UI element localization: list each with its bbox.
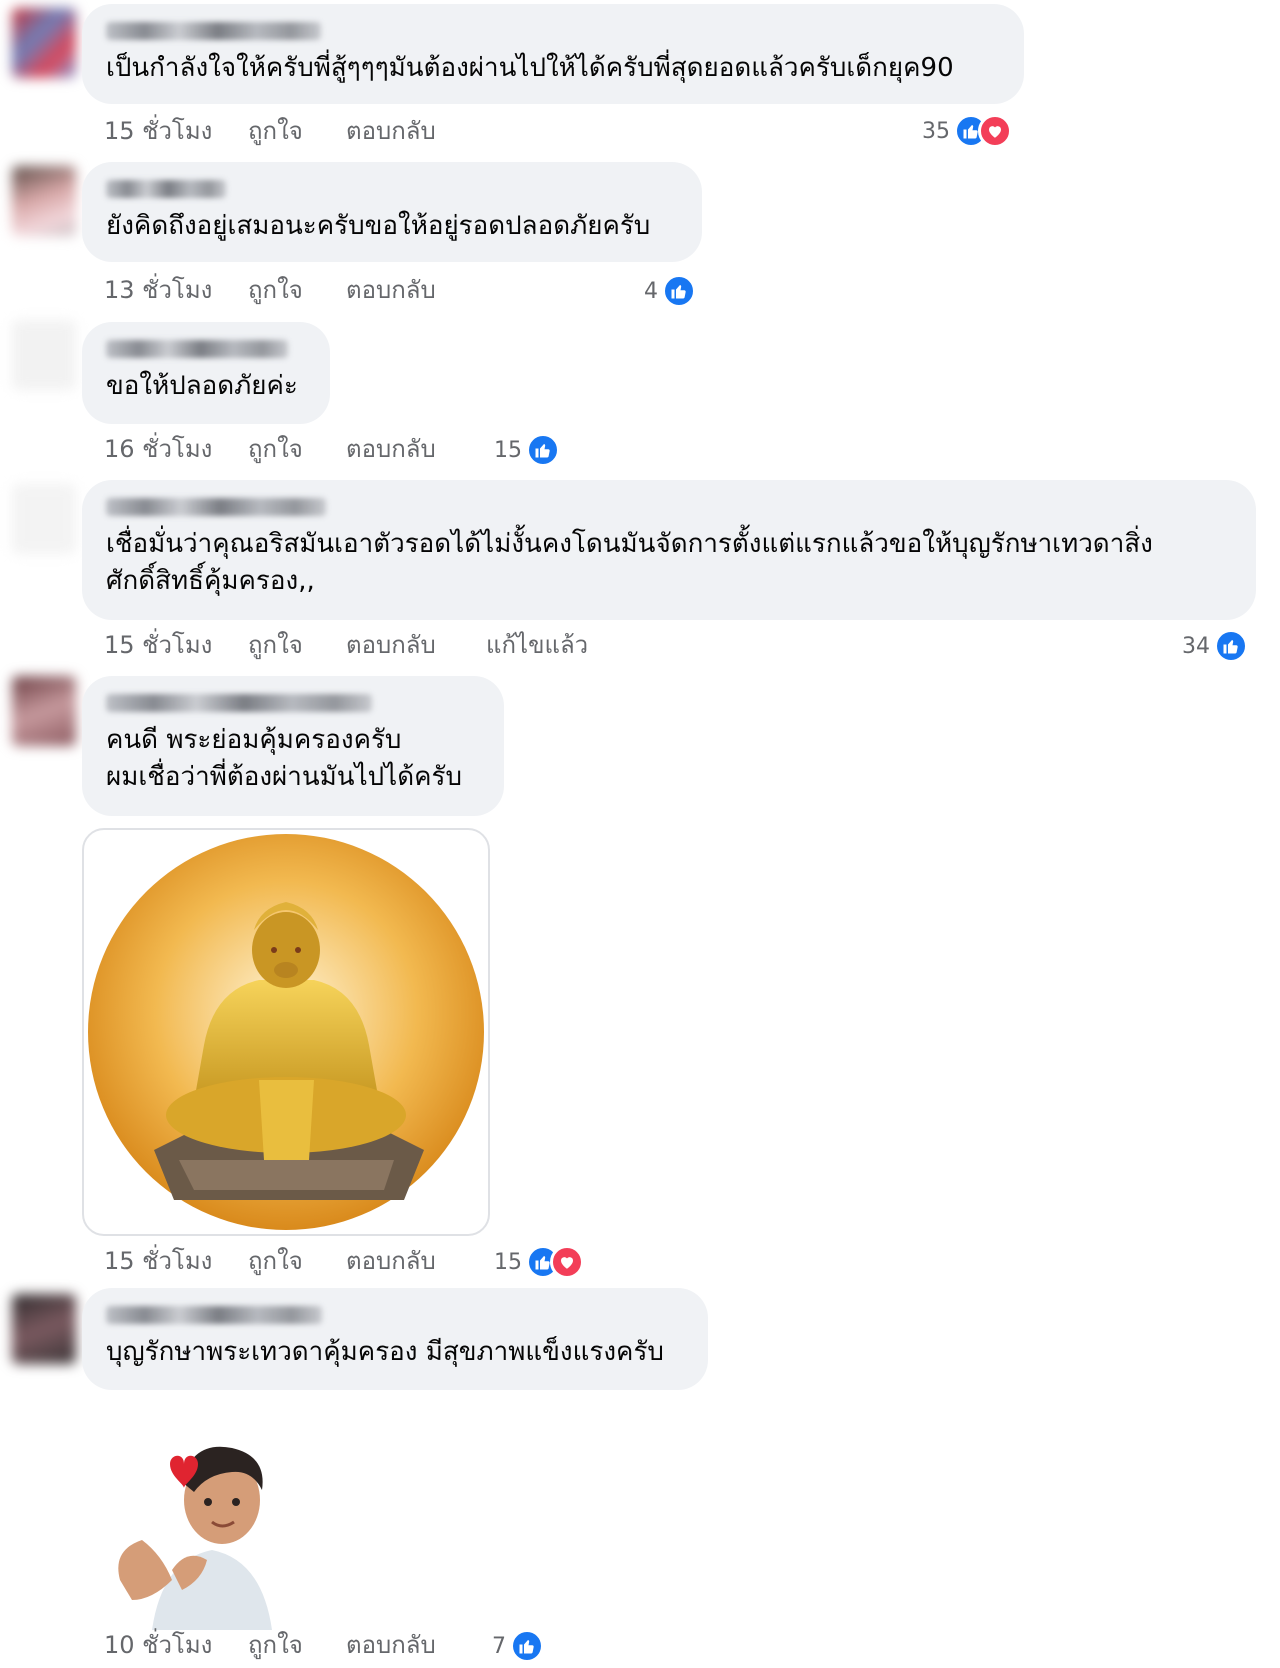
golden-buddha-image (88, 834, 484, 1230)
avatar[interactable] (12, 676, 76, 746)
reply-button[interactable]: ตอบกลับ (346, 432, 436, 466)
comment-bubble: ขอให้ปลอดภัยค่ะ (82, 322, 330, 424)
author-name[interactable] (106, 694, 372, 712)
comment-actions: 13 ชั่วโมง ถูกใจ ตอบกลับ (104, 273, 664, 307)
comment-bubble: คนดี พระย่อมคุ้มครองครับ ผมเชื่อว่าพี่ต้… (82, 676, 504, 816)
reply-button[interactable]: ตอบกลับ (346, 114, 436, 148)
reaction-summary[interactable]: 35 (922, 112, 1012, 150)
like-button[interactable]: ถูกใจ (248, 273, 303, 307)
reaction-summary[interactable]: 34 (1182, 627, 1248, 665)
comment-text: บุญรักษาพระเทวดาคุ้มครอง มีสุขภาพแข็งแรง… (106, 1337, 664, 1367)
reaction-summary[interactable]: 15 (494, 1243, 584, 1281)
heart-hands-sticker-image (118, 1446, 272, 1630)
like-button[interactable]: ถูกใจ (248, 1244, 303, 1278)
reply-button[interactable]: ตอบกลับ (346, 1628, 436, 1662)
reaction-summary[interactable]: 4 (644, 272, 696, 310)
reply-button[interactable]: ตอบกลับ (346, 273, 436, 307)
comment-time[interactable]: 13 ชั่วโมง (104, 273, 212, 307)
avatar[interactable] (12, 484, 76, 554)
reaction-count: 35 (922, 118, 950, 144)
comment-bubble: บุญรักษาพระเทวดาคุ้มครอง มีสุขภาพแข็งแรง… (82, 1288, 708, 1390)
reaction-count: 7 (492, 1633, 506, 1659)
comment-actions: 10 ชั่วโมง ถูกใจ ตอบกลับ (104, 1628, 484, 1662)
like-icon (526, 433, 560, 467)
reaction-summary[interactable]: 7 (492, 1627, 544, 1665)
comment-text: เชื่อมั่นว่าคุณอริสมันเอาตัวรอดได้ไม่งั้… (106, 529, 1153, 596)
like-button[interactable]: ถูกใจ (248, 432, 303, 466)
comment-actions: 15 ชั่วโมง ถูกใจ ตอบกลับ (104, 114, 1004, 148)
author-name[interactable] (106, 340, 288, 358)
comment-text: เป็นกำลังใจให้ครับพี่สู้ๆๆๆมันต้องผ่านไป… (106, 53, 954, 83)
like-icon (510, 1629, 544, 1663)
edited-label: แก้ไขแล้ว (486, 631, 589, 659)
author-name[interactable] (106, 498, 326, 516)
like-button[interactable]: ถูกใจ (248, 114, 303, 148)
reaction-count: 15 (494, 437, 522, 463)
comment-text: คนดี พระย่อมคุ้มครองครับ ผมเชื่อว่าพี่ต้… (106, 725, 462, 792)
avatar[interactable] (12, 320, 76, 390)
like-icon (662, 274, 696, 308)
like-button[interactable]: ถูกใจ (248, 1628, 303, 1662)
reaction-summary[interactable]: 15 (494, 431, 560, 469)
love-icon (550, 1245, 584, 1279)
comment-time[interactable]: 15 ชั่วโมง (104, 114, 212, 148)
avatar[interactable] (12, 8, 76, 78)
reply-button[interactable]: ตอบกลับ (346, 1244, 436, 1278)
reply-button[interactable]: ตอบกลับ (346, 628, 436, 662)
comment-time[interactable]: 15 ชั่วโมง (104, 628, 212, 662)
heart-hands-sticker[interactable] (112, 1430, 292, 1630)
author-name[interactable] (106, 1306, 322, 1324)
reaction-count: 4 (644, 278, 658, 304)
love-icon (978, 114, 1012, 148)
comment-bubble: เป็นกำลังใจให้ครับพี่สู้ๆๆๆมันต้องผ่านไป… (82, 4, 1024, 104)
author-name[interactable] (106, 22, 321, 40)
comment-time[interactable]: 16 ชั่วโมง (104, 432, 212, 466)
comment-actions: 16 ชั่วโมง ถูกใจ ตอบกลับ (104, 432, 484, 466)
comment-image[interactable] (82, 828, 490, 1236)
comment-time[interactable]: 15 ชั่วโมง (104, 1244, 212, 1278)
comment-text: ยังคิดถึงอยู่เสมอนะครับขอให้อยู่รอดปลอดภ… (106, 211, 651, 241)
author-name[interactable] (106, 180, 226, 198)
avatar[interactable] (12, 1294, 76, 1364)
comment-time[interactable]: 10 ชั่วโมง (104, 1628, 212, 1662)
avatar[interactable] (12, 166, 76, 236)
reaction-count: 34 (1182, 633, 1210, 659)
like-button[interactable]: ถูกใจ (248, 628, 303, 662)
comment-text: ขอให้ปลอดภัยค่ะ (106, 371, 298, 401)
comment-bubble: ยังคิดถึงอยู่เสมอนะครับขอให้อยู่รอดปลอดภ… (82, 162, 702, 262)
comment-actions: 15 ชั่วโมง ถูกใจ ตอบกลับ (104, 1244, 484, 1278)
comment-actions: 15 ชั่วโมง ถูกใจ ตอบกลับ แก้ไขแล้ว (104, 628, 704, 662)
comment-bubble: เชื่อมั่นว่าคุณอริสมันเอาตัวรอดได้ไม่งั้… (82, 480, 1256, 620)
like-icon (1214, 629, 1248, 663)
reaction-count: 15 (494, 1249, 522, 1275)
